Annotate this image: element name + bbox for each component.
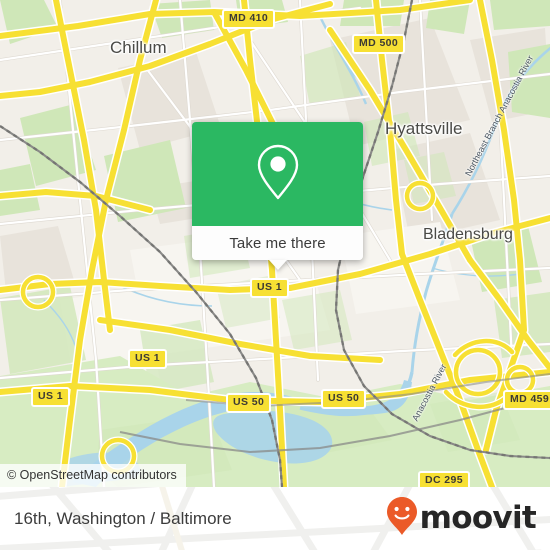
map-route-shield[interactable]: MD 500	[352, 34, 406, 54]
popup-icon-panel	[192, 122, 363, 226]
map-route-shield[interactable]: DC 295	[418, 471, 471, 487]
map-route-shield[interactable]: US 1	[250, 278, 289, 298]
footer-bar: 16th, Washington / Baltimore moovit	[0, 487, 550, 550]
moovit-smiley-pin-icon	[386, 496, 418, 541]
map-route-shield[interactable]: US 1	[31, 387, 70, 407]
map-canvas[interactable]: .land{fill:#f2efe9;} .green{fill:#cfe7b8…	[0, 0, 550, 487]
map-pin-icon	[255, 143, 301, 206]
map-route-shield[interactable]: US 50	[226, 393, 272, 413]
map-route-shield[interactable]: US 1	[128, 349, 167, 369]
map-route-shield[interactable]: US 50	[321, 389, 367, 409]
popup-action-bar[interactable]: Take me there	[192, 226, 363, 270]
moovit-map-screen: .land{fill:#f2efe9;} .green{fill:#cfe7b8…	[0, 0, 550, 550]
moovit-wordmark: moovit	[419, 500, 537, 536]
map-route-shield[interactable]: MD 459	[503, 390, 550, 410]
osm-attribution[interactable]: © OpenStreetMap contributors	[0, 464, 186, 487]
popup-tail	[268, 260, 287, 270]
location-title: 16th, Washington / Baltimore	[14, 508, 232, 528]
map-place-label: Bladensburg	[423, 226, 513, 243]
destination-popup-card[interactable]: Take me there	[192, 122, 363, 270]
take-me-there-label: Take me there	[229, 234, 326, 252]
map-route-shield[interactable]: MD 410	[222, 9, 276, 29]
map-place-label: Chillum	[110, 38, 167, 57]
moovit-logo[interactable]: moovit	[386, 487, 537, 550]
map-place-label: Hyattsville	[385, 119, 463, 138]
